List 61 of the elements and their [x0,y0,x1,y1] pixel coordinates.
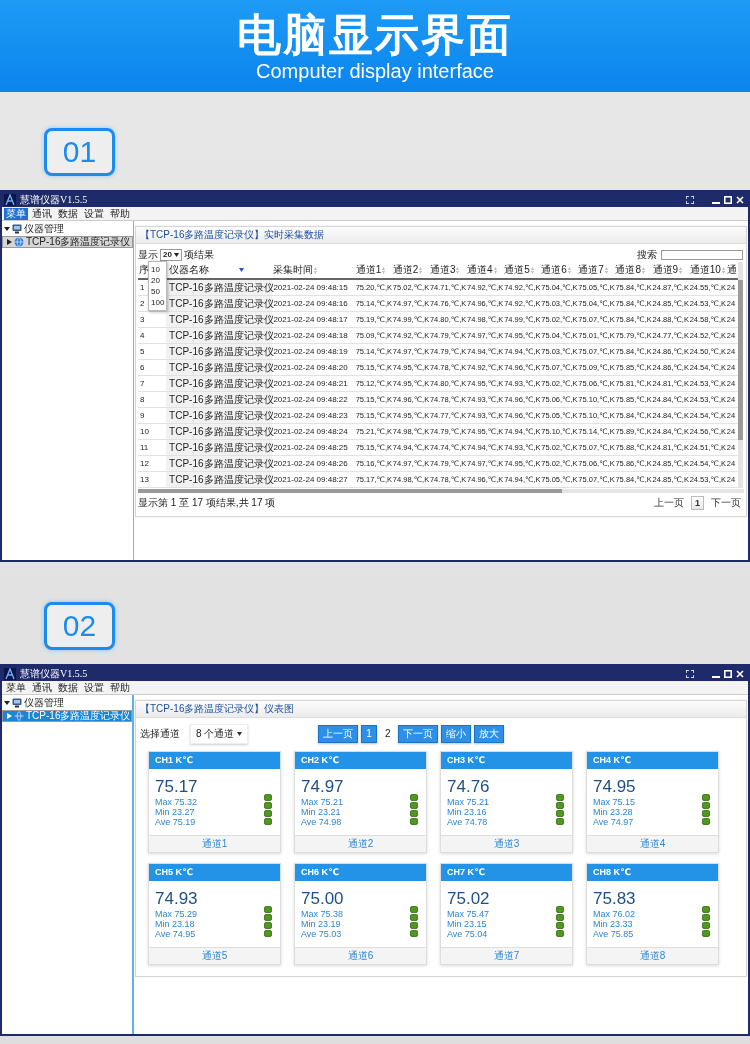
table-info: 显示第 1 至 17 项结果,共 17 项 [138,496,276,510]
stat-text: Ave 75.19 [155,817,197,827]
stat-text: Ave 74.97 [593,817,635,827]
card-header: CH3 K℃ [441,752,572,769]
reading-value: 75.17 [155,776,198,797]
section-badge: 01 [44,128,115,176]
card-header: CH6 K℃ [295,864,426,881]
card-header: CH1 K℃ [149,752,280,769]
stat-text: Ave 74.98 [301,817,343,827]
card-header: CH8 K℃ [587,864,718,881]
stat-text: Min 23.27 [155,807,196,817]
stat-text: Min 23.16 [447,807,488,817]
stat-text: Min 23.33 [593,919,634,929]
stat-text: Ave 75.04 [447,929,489,939]
card-footer: 通道4 [587,835,718,852]
stat-text: Min 23.19 [301,919,342,929]
card-header: CH5 K℃ [149,864,280,881]
stat-text: Ave 74.95 [155,929,197,939]
reading-value: 74.95 [593,776,636,797]
card-footer: 通道5 [149,947,280,964]
window-title: 慧谱仪器V1.5.5 [20,192,88,207]
stat-text: Min 23.15 [447,919,488,929]
stat-text: Max 76.02 [593,909,636,919]
banner-subtitle: Computer display interface [256,60,494,82]
reading-value: 75.02 [447,888,490,909]
stat-text: Ave 74.78 [447,817,489,827]
panel-title: 【TCP-16多路温度记录仪】实时采集数据 [140,228,325,242]
stat-text: Max 75.21 [301,797,344,807]
stat-text: Max 75.32 [155,797,198,807]
card-footer: 通道2 [295,835,426,852]
card-header: CH7 K℃ [441,864,572,881]
stat-text: Max 75.15 [593,797,636,807]
search-label: 搜索 [637,248,657,261]
stat-text: Max 75.29 [155,909,198,919]
card-header: CH4 K℃ [587,752,718,769]
length-label: 显示 [138,248,158,261]
window-title: 慧谱仪器V1.5.5 [20,666,88,681]
card-footer: 通道7 [441,947,572,964]
reading-value: 75.83 [593,888,636,909]
stat-text: Min 23.28 [593,807,634,817]
card-footer: 通道3 [441,835,572,852]
section-badge: 02 [44,602,115,650]
channel-select-label: 选择通道 [140,727,181,741]
stat-text: Max 75.47 [447,909,490,919]
stat-text: Min 23.21 [301,807,342,817]
reading-value: 74.97 [301,776,344,797]
card-footer: 通道1 [149,835,280,852]
banner-title: 电脑显示界面 [237,10,513,60]
card-footer: 通道6 [295,947,426,964]
reading-value: 74.76 [447,776,490,797]
reading-value: 75.00 [301,888,344,909]
stat-text: Max 75.21 [447,797,490,807]
panel-title: 【TCP-16多路温度记录仪】仪表图 [140,702,295,716]
reading-value: 74.93 [155,888,198,909]
length-label: 项结果 [183,248,214,261]
stat-text: Ave 75.85 [593,929,635,939]
stat-text: Min 23.18 [155,919,196,929]
stat-text: Ave 75.03 [301,929,343,939]
card-header: CH2 K℃ [295,752,426,769]
stat-text: Max 75.38 [301,909,344,919]
card-footer: 通道8 [587,947,718,964]
